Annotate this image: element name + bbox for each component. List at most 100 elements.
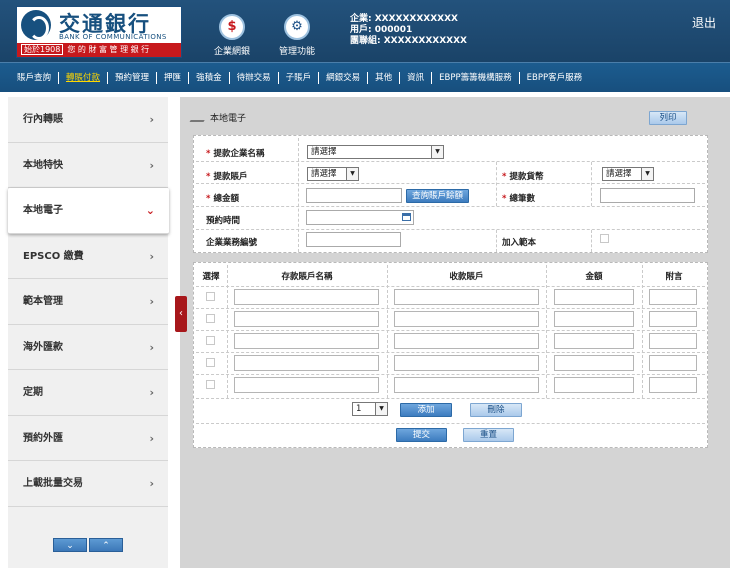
nav-mpf[interactable]: 強積金 (189, 71, 230, 84)
chevron-right-icon: › (149, 113, 154, 126)
row-count-select[interactable]: 1 ▼ (352, 402, 388, 416)
nav-info[interactable]: 資訊 (400, 71, 433, 84)
add-template-label: 加入範本 (502, 238, 537, 248)
sidebar-item-intra-bank[interactable]: 行內轉賬 › (8, 97, 168, 143)
currency-select[interactable]: 請選擇 ▼ (602, 167, 654, 181)
chevron-left-icon: ‹ (179, 308, 183, 319)
remark-input[interactable] (649, 377, 697, 393)
sidebar-item-epsco[interactable]: EPSCO 繳費 › (8, 234, 168, 279)
sidebar-item-fixed-deposit[interactable]: 定期 › (8, 370, 168, 416)
row-select-checkbox[interactable] (206, 380, 215, 389)
collapse-sidebar-button[interactable]: ‹ (175, 296, 187, 332)
page-title: 本地電子 (189, 110, 246, 124)
business-ref-input[interactable] (306, 232, 401, 247)
payee-account-input[interactable] (394, 311, 539, 327)
bank-since: 始於1908 (21, 44, 64, 55)
payer-account-name-input[interactable] (234, 333, 379, 349)
payee-account-input[interactable] (394, 355, 539, 371)
row-select-checkbox[interactable] (206, 314, 215, 323)
account-label: * 提款賬戶 (206, 172, 248, 182)
submit-button[interactable]: 提交 (396, 428, 447, 442)
nav-scheduled[interactable]: 預約管理 (108, 71, 158, 84)
schedule-time-label: 預約時間 (206, 216, 241, 226)
scroll-up-button[interactable]: ⌃ (89, 538, 123, 552)
bank-slogan: 您 的 財 富 管 理 銀 行 (67, 45, 150, 54)
nav-pending[interactable]: 待辦交易 (230, 71, 279, 84)
print-button[interactable]: 列印 (649, 111, 687, 125)
sidebar-item-batch-upload[interactable]: 上載批量交易 › (8, 461, 168, 507)
remark-input[interactable] (649, 355, 697, 371)
sidebar-item-overseas[interactable]: 海外匯款 › (8, 325, 168, 370)
nav-transfer-payment[interactable]: 轉賬付款 (59, 71, 109, 84)
group-info: 團聯組: XXXXXXXXXXXX (350, 36, 468, 46)
nav-ebpp-biller[interactable]: EBPP籌籌機構服務 (432, 71, 520, 84)
nav-bills[interactable]: 押匯 (157, 71, 190, 84)
add-row-button[interactable]: 添加 (400, 403, 452, 417)
sidebar-item-local-express[interactable]: 本地特快 › (8, 143, 168, 188)
payee-account-input[interactable] (394, 289, 539, 305)
payee-account-input[interactable] (394, 333, 539, 349)
chevron-down-icon: ⌄ (66, 541, 74, 551)
row-select-checkbox[interactable] (206, 292, 215, 301)
chevron-up-icon: ⌃ (102, 541, 110, 551)
row-select-checkbox[interactable] (206, 336, 215, 345)
user-info: 企業: XXXXXXXXXXXX 用戶: 000001 團聯組: XXXXXXX… (350, 14, 467, 47)
amount-input[interactable] (554, 289, 634, 305)
logout-link[interactable]: 退出 (692, 14, 716, 31)
remark-input[interactable] (649, 289, 697, 305)
amount-input[interactable] (554, 333, 634, 349)
payer-account-name-input[interactable] (234, 355, 379, 371)
payer-account-name-input[interactable] (234, 311, 379, 327)
management-label: 管理功能 (278, 47, 315, 57)
corporate-banking-button[interactable]: $ 企業網銀 (202, 14, 262, 57)
management-button[interactable]: ⚙ 管理功能 (267, 14, 327, 57)
remark-input[interactable] (649, 311, 697, 327)
sidebar-item-templates[interactable]: 範本管理 › (8, 279, 168, 325)
amount-input[interactable] (554, 377, 634, 393)
col-amount: 金額 (585, 272, 603, 282)
currency-label: * 提款貨幣 (502, 172, 544, 182)
bank-logo-mark (21, 10, 51, 40)
chevron-down-icon: ⌄ (145, 204, 155, 217)
main-nav: 賬戶查詢 轉賬付款 預約管理 押匯 強積金 待辦交易 子賬戶 網銀交易 其他 資… (0, 62, 730, 92)
account-select[interactable]: 請選擇 ▼ (307, 167, 359, 181)
payer-account-name-input[interactable] (234, 289, 379, 305)
total-amount-input[interactable] (306, 188, 402, 203)
nav-online-transactions[interactable]: 網銀交易 (319, 71, 369, 84)
reset-button[interactable]: 重置 (463, 428, 514, 442)
calendar-icon[interactable] (402, 213, 411, 221)
gears-icon: ⚙ (284, 14, 310, 40)
nav-other[interactable]: 其他 (368, 71, 401, 84)
delete-row-button[interactable]: 刪除 (470, 403, 522, 417)
col-payer-account-name: 存款賬戶名稱 (281, 272, 333, 282)
company-select[interactable]: 請選擇 ▼ (307, 145, 444, 159)
caret-down-icon: ▼ (431, 146, 443, 158)
caret-down-icon: ▼ (641, 168, 653, 180)
bank-name-en: BANK OF COMMUNICATIONS (59, 33, 167, 41)
chevron-right-icon: › (149, 431, 154, 445)
nav-account-inquiry[interactable]: 賬戶查詢 (10, 71, 60, 84)
total-amount-label: * 總金額 (206, 194, 239, 204)
row-select-checkbox[interactable] (206, 358, 215, 367)
col-payee-account: 收款賬戶 (449, 272, 484, 282)
add-template-checkbox[interactable] (600, 234, 609, 243)
sidebar-item-scheduled-fx[interactable]: 預約外匯 › (8, 416, 168, 461)
amount-input[interactable] (554, 355, 634, 371)
bank-slogan-bar: 始於1908 您 的 財 富 管 理 銀 行 (17, 43, 181, 57)
schedule-date-input[interactable] (306, 210, 414, 225)
scroll-down-button[interactable]: ⌄ (53, 538, 87, 552)
caret-down-icon: ▼ (375, 403, 387, 415)
payer-account-name-input[interactable] (234, 377, 379, 393)
payee-account-input[interactable] (394, 377, 539, 393)
remark-input[interactable] (649, 333, 697, 349)
amount-input[interactable] (554, 311, 634, 327)
sidebar-item-local-electronic[interactable]: 本地電子 ⌄ (8, 188, 169, 234)
total-count-label: * 總筆數 (502, 194, 535, 204)
total-count-input[interactable] (600, 188, 695, 203)
user-id-info: 用戶: 000001 (350, 25, 413, 35)
nav-sub-account[interactable]: 子賬戶 (279, 71, 320, 84)
query-balance-button[interactable]: 查詢賬戶餘額 (406, 189, 469, 203)
bank-logo[interactable]: 交通銀行 BANK OF COMMUNICATIONS 始於1908 您 的 財 … (16, 6, 182, 58)
top-header: 交通銀行 BANK OF COMMUNICATIONS 始於1908 您 的 財 … (0, 0, 730, 62)
nav-ebpp-customer[interactable]: EBPP客戶服務 (520, 72, 589, 84)
